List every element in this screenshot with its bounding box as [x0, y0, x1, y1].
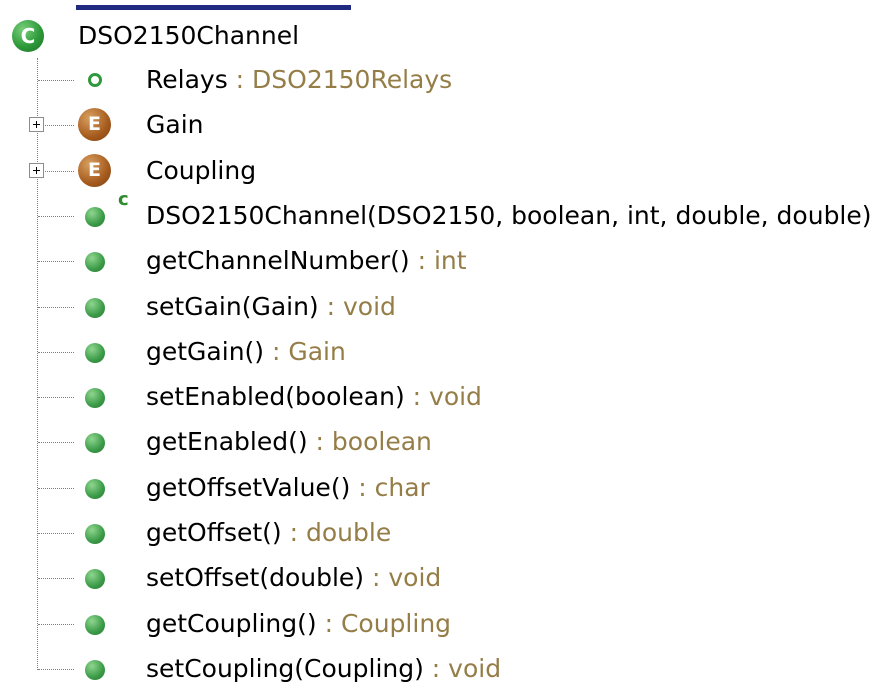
- member-name: DSO2150Channel(DSO2150, boolean, int, do…: [146, 200, 872, 230]
- tree-item-method[interactable]: setGain(Gain) : void: [0, 285, 895, 330]
- tree-connector: [38, 487, 74, 489]
- tree-connector: [38, 442, 74, 444]
- tree-connector: [38, 533, 74, 534]
- member-name: Relays: [146, 65, 228, 94]
- method-icon: [85, 342, 105, 363]
- tree-connector: [38, 306, 74, 308]
- member-name: getGain(): [146, 336, 265, 366]
- member-label[interactable]: Gain: [146, 107, 203, 143]
- member-label[interactable]: getCoupling() : Coupling: [146, 606, 451, 642]
- tree-connector: [38, 215, 74, 217]
- constructor-icon: [85, 206, 105, 227]
- member-name: getChannelNumber(): [146, 246, 410, 276]
- member-name: setEnabled(boolean): [146, 382, 405, 412]
- member-label[interactable]: DSO2150Channel(DSO2150, boolean, int, do…: [146, 198, 872, 234]
- tree-connector: [38, 623, 74, 625]
- member-type: : double: [281, 518, 392, 547]
- tree-item-enum[interactable]: E Coupling: [0, 149, 895, 194]
- tree-item-method[interactable]: setOffset(double) : void: [0, 556, 895, 601]
- tree-item-method[interactable]: setEnabled(boolean) : void: [0, 375, 895, 420]
- member-type: : Gain: [264, 336, 346, 366]
- member-name: getOffset(): [146, 518, 282, 547]
- member-label[interactable]: setOffset(double) : void: [146, 560, 441, 596]
- tree-connector: [38, 668, 74, 670]
- tree-item-method[interactable]: setCoupling(Coupling) : void: [0, 647, 895, 692]
- member-name: Gain: [146, 110, 204, 140]
- member-label[interactable]: getOffset() : double: [146, 515, 391, 551]
- tree-item-method[interactable]: getEnabled() : boolean: [0, 420, 895, 465]
- member-label[interactable]: setEnabled(boolean) : void: [146, 379, 482, 415]
- tree-item-method[interactable]: getGain() : Gain: [0, 330, 895, 375]
- method-icon: [85, 614, 105, 635]
- expand-icon[interactable]: [29, 162, 44, 178]
- member-label[interactable]: getEnabled() : boolean: [146, 424, 432, 460]
- tree-connector: [38, 80, 74, 81]
- member-label[interactable]: getChannelNumber() : int: [146, 243, 467, 279]
- member-label[interactable]: Coupling: [146, 153, 256, 189]
- member-name: getOffsetValue(): [146, 472, 351, 502]
- member-name: getCoupling(): [146, 608, 317, 638]
- tree-connector: [38, 397, 74, 399]
- member-type: : int: [409, 246, 467, 276]
- member-type: : boolean: [307, 427, 432, 457]
- member-type: : void: [318, 291, 396, 321]
- member-type: : char: [350, 472, 430, 502]
- tree-item-method[interactable]: getChannelNumber() : int: [0, 239, 895, 284]
- tree-connector: [38, 351, 74, 353]
- member-label[interactable]: getOffsetValue() : char: [146, 470, 430, 506]
- constructor-badge: c: [118, 188, 129, 210]
- method-icon: [85, 297, 105, 318]
- tree-item-method[interactable]: getOffset() : double: [0, 511, 895, 556]
- class-icon: C: [12, 20, 44, 52]
- member-name: getEnabled(): [146, 427, 308, 457]
- member-type: : Coupling: [316, 608, 452, 638]
- tree-item-constructor[interactable]: c DSO2150Channel(DSO2150, boolean, int, d…: [0, 189, 895, 239]
- member-name: setOffset(double): [146, 563, 365, 593]
- member-type: : void: [423, 653, 502, 683]
- member-name: setGain(Gain): [146, 291, 319, 321]
- member-type: : void: [364, 563, 442, 593]
- field-icon: [88, 73, 102, 87]
- tree-connector: [38, 578, 74, 580]
- method-icon: [85, 433, 105, 454]
- class-name[interactable]: DSO2150Channel: [78, 18, 299, 54]
- member-type: : void: [404, 382, 482, 412]
- tree-connector: [38, 261, 74, 263]
- tree-item-field[interactable]: Relays : DSO2150Relays: [0, 58, 895, 103]
- selection-bar: [76, 5, 351, 10]
- tree-item-method[interactable]: getOffsetValue() : char: [0, 466, 895, 511]
- enum-icon: E: [78, 153, 111, 187]
- member-label[interactable]: setCoupling(Coupling) : void: [146, 651, 501, 687]
- member-name: setCoupling(Coupling): [146, 653, 424, 683]
- member-name: Coupling: [146, 155, 257, 185]
- method-icon: [85, 252, 105, 273]
- method-icon: [85, 478, 105, 499]
- member-label[interactable]: Relays : DSO2150Relays: [146, 62, 452, 98]
- tree-item-enum[interactable]: E Gain: [0, 103, 895, 148]
- method-icon: [85, 388, 105, 409]
- member-type: : DSO2150Relays: [227, 65, 453, 94]
- outline-tree: C DSO2150Channel Relays : DSO2150Relays E…: [0, 0, 895, 686]
- method-icon: [85, 659, 105, 680]
- expand-icon[interactable]: [29, 117, 44, 133]
- method-icon: [85, 569, 105, 590]
- member-label[interactable]: setGain(Gain) : void: [146, 289, 396, 325]
- enum-icon: E: [78, 108, 111, 142]
- method-icon: [85, 524, 105, 544]
- member-label[interactable]: getGain() : Gain: [146, 334, 346, 370]
- tree-item-method[interactable]: getCoupling() : Coupling: [0, 602, 895, 647]
